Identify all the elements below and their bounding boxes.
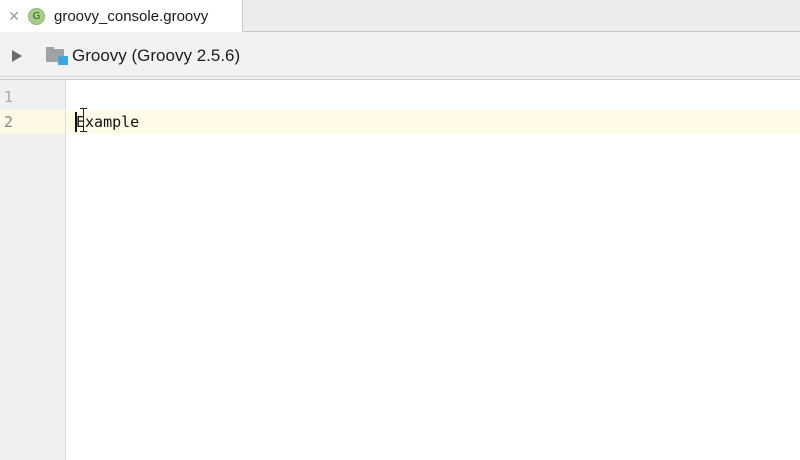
tab-label: groovy_console.groovy <box>54 7 209 25</box>
module-icon <box>46 47 68 65</box>
sdk-label: Groovy (Groovy 2.5.6) <box>72 46 241 65</box>
close-icon[interactable]: ✕ <box>0 0 28 32</box>
line-number: 1 <box>4 88 14 106</box>
play-icon <box>12 49 22 62</box>
text-caret <box>75 112 77 132</box>
ibeam-cursor-icon <box>79 107 89 133</box>
code-editor[interactable]: 1 2 Example <box>0 80 800 460</box>
groovy-sdk-selector[interactable]: Groovy (Groovy 2.5.6) <box>46 32 240 80</box>
tab-groovy-console[interactable]: ✕ G groovy_console.groovy <box>0 0 243 32</box>
editor-tab-bar: ✕ G groovy_console.groovy <box>0 0 800 32</box>
line-number-gutter: 1 2 <box>0 80 66 460</box>
line-number: 2 <box>4 113 14 131</box>
current-line-highlight <box>66 110 800 134</box>
groovy-file-icon: G <box>28 7 45 25</box>
groovy-console-window: ✕ G groovy_console.groovy Groovy (Groovy… <box>0 0 800 460</box>
console-toolbar: Groovy (Groovy 2.5.6) <box>0 32 800 80</box>
run-button[interactable] <box>0 32 32 80</box>
